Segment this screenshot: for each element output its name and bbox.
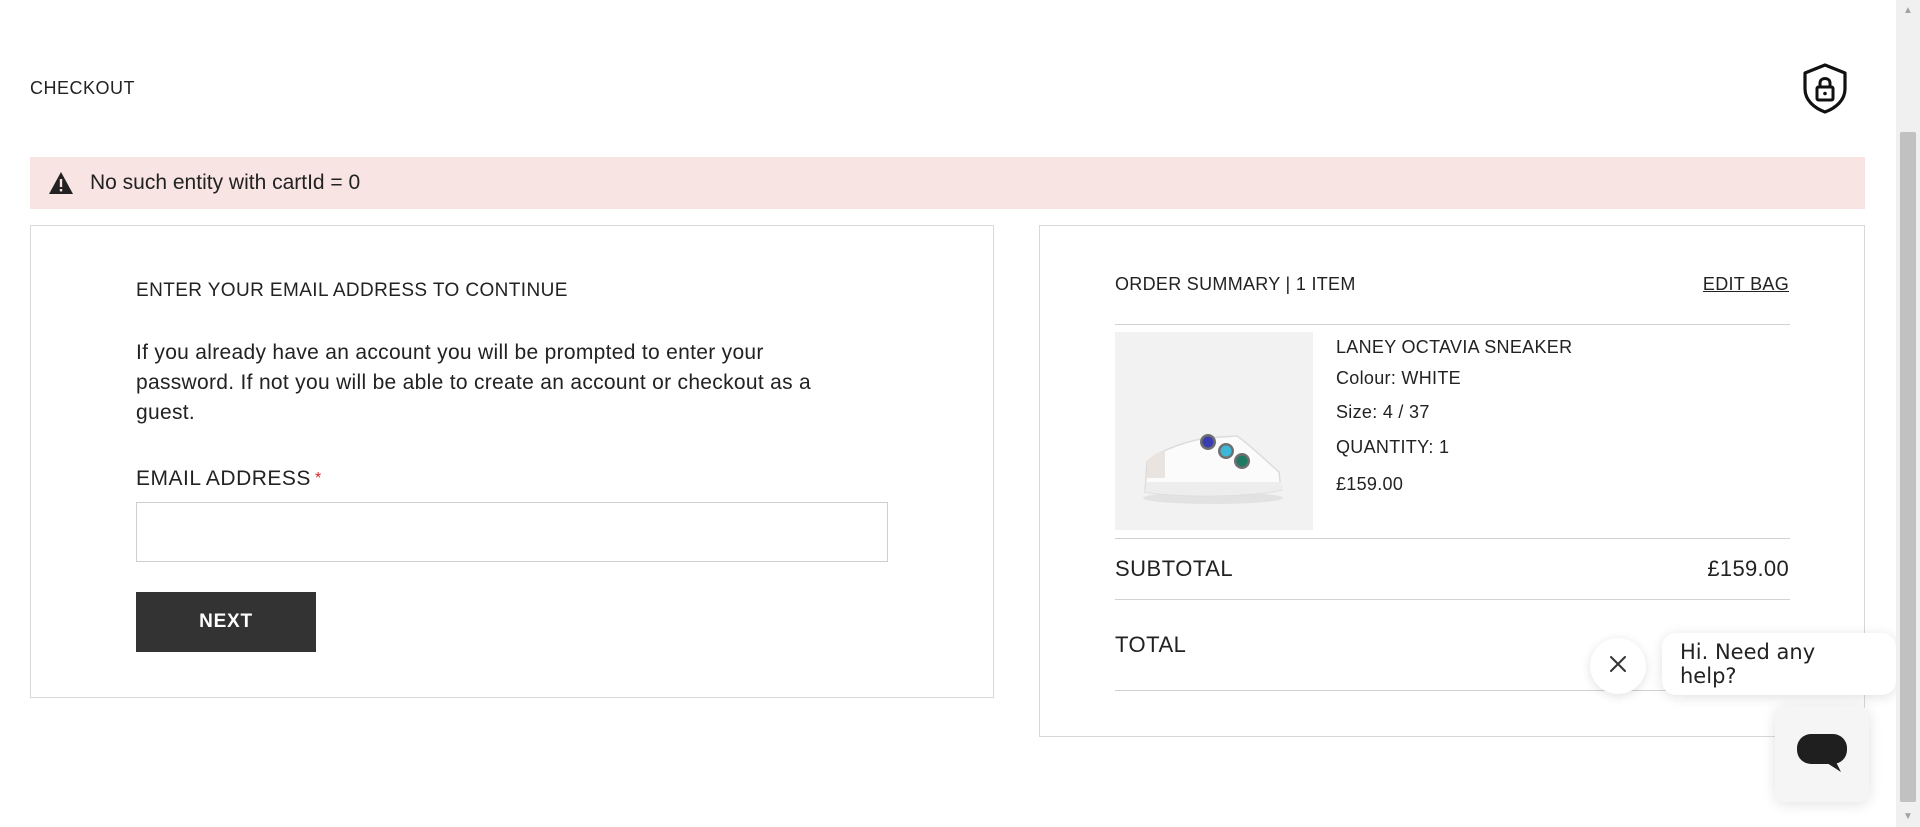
next-button[interactable]: NEXT <box>136 592 316 652</box>
divider <box>1115 324 1790 325</box>
total-label: TOTAL <box>1115 632 1187 657</box>
product-name: LANEY OCTAVIA SNEAKER <box>1336 337 1573 357</box>
order-summary-title: ORDER SUMMARY | 1 ITEM <box>1115 274 1356 294</box>
product-quantity: QUANTITY: 1 <box>1336 437 1450 457</box>
email-panel: ENTER YOUR EMAIL ADDRESS TO CONTINUE If … <box>30 225 994 698</box>
email-description: If you already have an account you will … <box>136 341 812 424</box>
chat-close-button[interactable] <box>1590 638 1646 694</box>
divider <box>1115 599 1790 600</box>
chat-launcher-button[interactable] <box>1775 706 1869 802</box>
close-icon <box>1609 655 1627 678</box>
divider <box>1115 538 1790 539</box>
error-alert: No such entity with cartId = 0 <box>30 157 1865 209</box>
chat-icon <box>1797 730 1847 779</box>
subtotal-value: £159.00 <box>1707 556 1789 581</box>
scrollbar-thumb[interactable] <box>1900 132 1916 802</box>
checkout-page: CHECKOUT No such entity with cartId = 0 … <box>0 0 1896 827</box>
product-image <box>1115 332 1313 530</box>
warning-icon <box>48 171 74 195</box>
subtotal-label: SUBTOTAL <box>1115 556 1234 581</box>
alert-message: No such entity with cartId = 0 <box>90 171 361 194</box>
required-mark: * <box>314 470 322 487</box>
email-heading: ENTER YOUR EMAIL ADDRESS TO CONTINUE <box>136 280 568 301</box>
shield-lock-icon <box>1800 62 1850 114</box>
chat-greeting-bubble[interactable]: Hi. Need any help? <box>1662 633 1896 695</box>
product-size: Size: 4 / 37 <box>1336 402 1430 422</box>
email-label: EMAIL ADDRESS * <box>136 467 322 491</box>
page-title: CHECKOUT <box>30 78 136 98</box>
page-scrollbar[interactable]: ▲ ▼ <box>1896 0 1920 827</box>
scroll-up-arrow-icon[interactable]: ▲ <box>1896 2 1920 18</box>
product-colour: Colour: WHITE <box>1336 368 1461 388</box>
product-price: £159.00 <box>1336 474 1404 494</box>
email-label-text: EMAIL ADDRESS <box>136 467 311 490</box>
scroll-down-arrow-icon[interactable]: ▼ <box>1896 808 1920 824</box>
edit-bag-link[interactable]: EDIT BAG <box>1703 274 1789 295</box>
email-field[interactable] <box>136 502 888 562</box>
